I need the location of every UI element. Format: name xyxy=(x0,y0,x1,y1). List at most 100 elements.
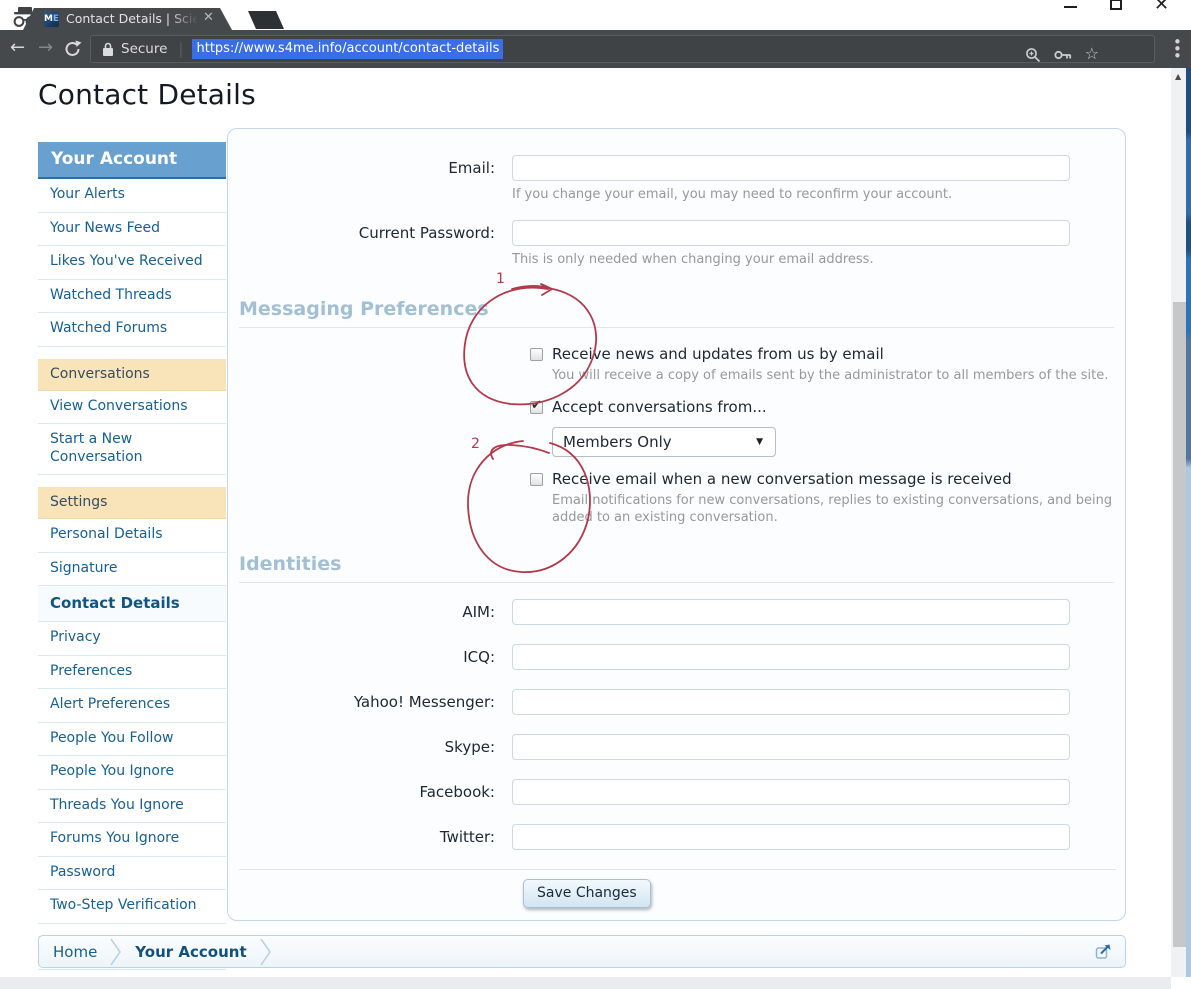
breadcrumb: Home Your Account xyxy=(38,935,1126,968)
current-password-label: Current Password: xyxy=(358,223,495,242)
sidebar-item-password[interactable]: Password xyxy=(38,856,226,890)
sidebar-header-your-account: Your Account xyxy=(38,142,226,179)
password-key-icon[interactable] xyxy=(1054,48,1072,62)
yahoo-input[interactable] xyxy=(512,688,1070,715)
accept-conversations-label: Accept conversations from... xyxy=(552,397,767,416)
back-button[interactable]: ← xyxy=(10,36,25,60)
facebook-label: Facebook: xyxy=(419,782,495,801)
save-changes-button[interactable]: Save Changes xyxy=(523,878,651,908)
select-dropdown-arrow-icon: ▼ xyxy=(756,436,763,447)
receive-email-label: Receive email when a new conversation me… xyxy=(552,469,1012,488)
icq-row: ICQ: xyxy=(239,643,1114,670)
aim-input[interactable] xyxy=(512,598,1070,625)
bottom-edge-band xyxy=(0,977,1171,989)
sidebar-item-forums-you-ignore[interactable]: Forums You Ignore xyxy=(38,823,226,857)
site-favicon: ME xyxy=(44,12,59,27)
scrollbar-thumb[interactable] xyxy=(1173,302,1186,947)
sidebar-item-watched-threads[interactable]: Watched Threads xyxy=(38,279,226,313)
accept-from-value: Members Only xyxy=(563,432,672,451)
skype-label: Skype: xyxy=(444,737,495,756)
forward-button[interactable]: → xyxy=(38,36,53,60)
receive-news-row[interactable]: Receive news and updates from us by emai… xyxy=(530,345,1114,363)
form-divider xyxy=(239,868,1116,870)
aim-label: AIM: xyxy=(462,602,495,621)
window-minimize-button[interactable] xyxy=(1064,6,1077,8)
current-password-input[interactable] xyxy=(512,219,1070,246)
breadcrumb-your-account[interactable]: Your Account xyxy=(135,943,246,961)
browser-menu-icon[interactable]: • • • xyxy=(1173,35,1182,64)
sidebar-item-two-step-verification[interactable]: Two-Step Verification xyxy=(38,890,226,924)
new-tab-button[interactable] xyxy=(248,11,284,29)
sidebar-item-people-you-follow[interactable]: People You Follow xyxy=(38,722,226,756)
facebook-input[interactable] xyxy=(512,778,1070,805)
breadcrumb-home[interactable]: Home xyxy=(53,943,97,961)
receive-email-help: Email notifications for new conversation… xyxy=(552,492,1113,526)
skype-row: Skype: xyxy=(239,733,1114,760)
page-title: Contact Details xyxy=(38,78,256,111)
receive-email-row[interactable]: Receive email when a new conversation me… xyxy=(530,470,1114,488)
background-window-sliver xyxy=(1186,68,1191,977)
accept-conversations-row[interactable]: Accept conversations from... xyxy=(530,398,1114,416)
account-sidebar: Your Account Your Alerts Your News Feed … xyxy=(38,142,226,970)
identities-heading: Identities xyxy=(239,553,1114,583)
twitter-row: Twitter: xyxy=(239,823,1114,850)
window-close-button[interactable]: ✕ xyxy=(1154,0,1169,15)
icq-input[interactable] xyxy=(512,643,1070,670)
contact-details-panel: Email: If you change your email, you may… xyxy=(227,128,1126,921)
current-password-row: Current Password: This is only needed wh… xyxy=(239,219,1114,269)
aim-row: AIM: xyxy=(239,598,1114,625)
sidebar-item-your-news-feed[interactable]: Your News Feed xyxy=(38,212,226,246)
yahoo-label: Yahoo! Messenger: xyxy=(353,692,495,711)
receive-news-help: You will receive a copy of emails sent b… xyxy=(552,368,1109,384)
sidebar-section-settings: Settings xyxy=(38,487,226,519)
sidebar-item-watched-forums[interactable]: Watched Forums xyxy=(38,313,226,347)
sidebar-item-people-you-ignore[interactable]: People You Ignore xyxy=(38,756,226,790)
skype-input[interactable] xyxy=(512,733,1070,760)
email-label: Email: xyxy=(448,159,495,177)
receive-email-checkbox[interactable] xyxy=(530,472,543,486)
receive-news-checkbox[interactable] xyxy=(530,348,543,362)
tab-close-icon[interactable]: ✕ xyxy=(203,10,214,25)
sidebar-item-your-alerts[interactable]: Your Alerts xyxy=(38,179,226,213)
bookmark-star-icon[interactable]: ☆ xyxy=(1085,45,1099,62)
email-row: Email: If you change your email, you may… xyxy=(239,155,1114,204)
icq-label: ICQ: xyxy=(463,647,495,666)
address-bar[interactable]: Secure | https://www.s4me.info/account/c… xyxy=(90,35,1155,63)
window-maximize-button[interactable] xyxy=(1110,0,1122,10)
breadcrumb-chevron-icon xyxy=(110,938,122,965)
sidebar-item-alert-preferences[interactable]: Alert Preferences xyxy=(38,689,226,723)
accept-conversations-checkbox[interactable] xyxy=(530,398,543,414)
browser-window: ME Contact Details | Science f ✕ ✕ ← → S… xyxy=(0,0,1191,989)
facebook-row: Facebook: xyxy=(239,778,1114,805)
browser-titlebar: ME Contact Details | Science f ✕ ✕ xyxy=(0,0,1191,30)
twitter-label: Twitter: xyxy=(439,827,495,846)
refresh-button[interactable] xyxy=(63,39,83,59)
browser-toolbar: ← → Secure | https://www.s4me.info/accou… xyxy=(0,30,1191,68)
tab-title[interactable]: Contact Details | Science f xyxy=(66,11,198,27)
sidebar-item-privacy[interactable]: Privacy xyxy=(38,622,226,656)
yahoo-row: Yahoo! Messenger: xyxy=(239,688,1114,715)
breadcrumb-chevron-icon xyxy=(259,938,271,965)
sidebar-item-likes-received[interactable]: Likes You've Received xyxy=(38,246,226,280)
zoom-icon[interactable] xyxy=(1025,47,1041,63)
email-input[interactable] xyxy=(512,155,1070,181)
email-help: If you change your email, you may need t… xyxy=(512,187,953,202)
sidebar-item-preferences[interactable]: Preferences xyxy=(38,655,226,689)
sidebar-item-personal-details[interactable]: Personal Details xyxy=(38,519,226,553)
external-link-icon[interactable] xyxy=(1094,943,1113,961)
page-content: Contact Details Email: If you change you… xyxy=(0,68,1191,989)
receive-news-label: Receive news and updates from us by emai… xyxy=(552,345,884,364)
sidebar-item-signature[interactable]: Signature xyxy=(38,552,226,586)
sidebar-item-start-conversation[interactable]: Start a New Conversation xyxy=(38,424,226,475)
current-password-help: This is only needed when changing your e… xyxy=(512,251,874,267)
messaging-preferences-heading: Messaging Preferences xyxy=(239,298,1114,329)
secure-lock-icon xyxy=(103,42,113,56)
twitter-input[interactable] xyxy=(512,823,1070,850)
sidebar-item-contact-details[interactable]: Contact Details xyxy=(38,586,226,622)
secure-label: Secure xyxy=(121,41,168,57)
url-text[interactable]: https://www.s4me.info/account/contact-de… xyxy=(192,39,504,59)
sidebar-item-threads-you-ignore[interactable]: Threads You Ignore xyxy=(38,789,226,823)
sidebar-item-view-conversations[interactable]: View Conversations xyxy=(38,390,226,424)
accept-from-select[interactable]: Members Only ▼ xyxy=(552,426,776,457)
scrollbar-up-arrow-icon[interactable]: ▲ xyxy=(1175,72,1181,81)
